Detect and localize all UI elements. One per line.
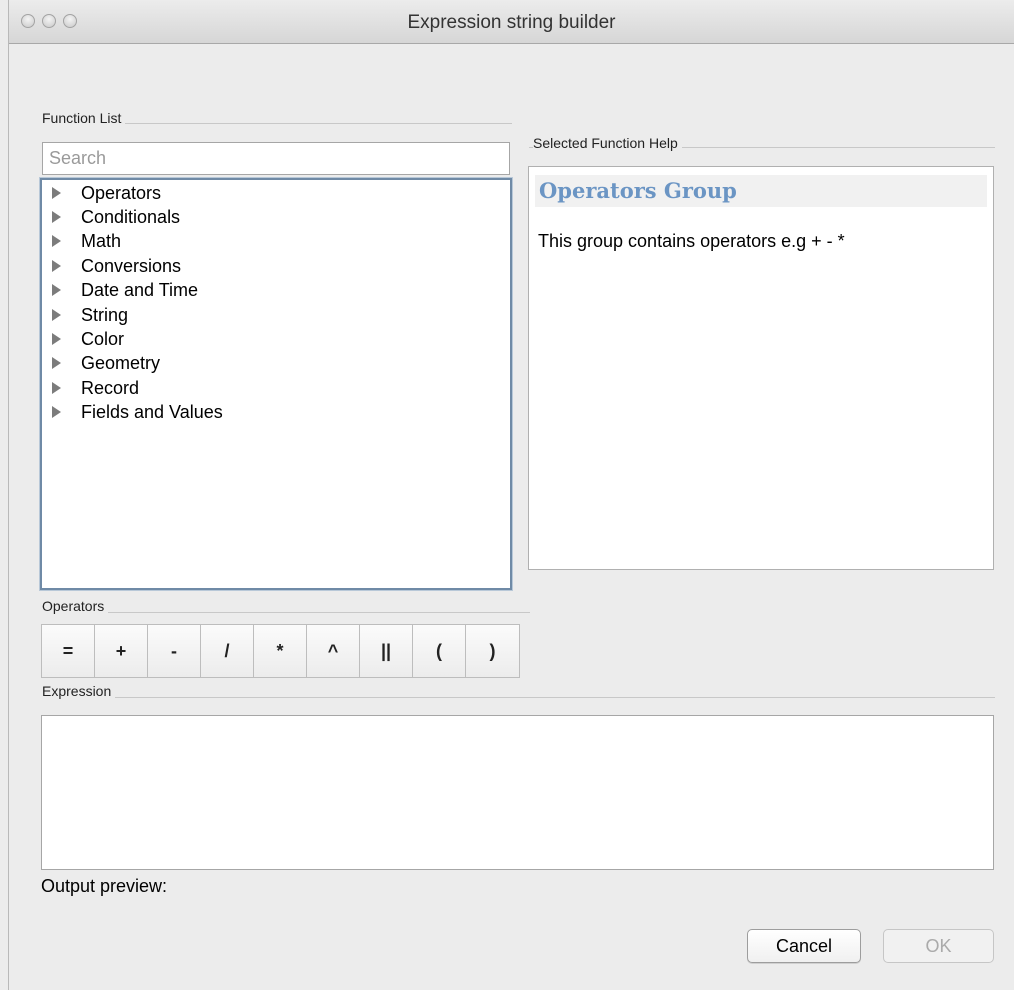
tree-item-record[interactable]: Record (52, 376, 139, 400)
title-bar: Expression string builder (9, 0, 1014, 44)
tree-item-math[interactable]: Math (52, 229, 121, 253)
tree-item-label: Fields and Values (81, 401, 223, 422)
function-list-label: Function List (42, 110, 126, 126)
operator-multiply-button[interactable]: * (254, 625, 307, 677)
expand-arrow-icon[interactable] (52, 357, 61, 369)
tree-item-label: Color (81, 328, 125, 349)
expand-arrow-icon[interactable] (52, 284, 61, 296)
ok-button[interactable]: OK (883, 929, 994, 963)
operator-divide-button[interactable]: / (201, 625, 254, 677)
operator-buttons: = + - / * ^ || ( ) (41, 624, 520, 678)
tree-item-label: Date and Time (81, 279, 199, 300)
expand-arrow-icon[interactable] (52, 333, 61, 345)
cancel-button[interactable]: Cancel (747, 929, 861, 963)
expand-arrow-icon[interactable] (52, 187, 61, 199)
expression-editor[interactable] (41, 715, 994, 870)
expand-arrow-icon[interactable] (52, 406, 61, 418)
function-tree[interactable]: Operators Conditionals Math Conversions … (40, 178, 512, 590)
tree-item-label: Conversions (81, 255, 182, 276)
operator-power-button[interactable]: ^ (307, 625, 360, 677)
operator-plus-button[interactable]: + (95, 625, 148, 677)
function-help-panel: Operators Group This group contains oper… (528, 166, 994, 570)
tree-item-conversions[interactable]: Conversions (52, 254, 181, 278)
tree-item-fields-and-values[interactable]: Fields and Values (52, 400, 223, 424)
help-label: Selected Function Help (533, 135, 682, 151)
tree-item-label: Math (81, 230, 122, 251)
help-text: This group contains operators e.g + - * (538, 231, 845, 251)
expression-label: Expression (42, 683, 116, 699)
expand-arrow-icon[interactable] (52, 235, 61, 247)
operator-concat-button[interactable]: || (360, 625, 413, 677)
operator-open-paren-button[interactable]: ( (413, 625, 466, 677)
function-search-input[interactable] (42, 142, 510, 175)
operators-label: Operators (42, 598, 109, 614)
expression-builder-window: Expression string builder Function List … (8, 0, 1014, 990)
window-title: Expression string builder (407, 12, 616, 33)
tree-item-color[interactable]: Color (52, 327, 124, 351)
operator-close-paren-button[interactable]: ) (466, 625, 519, 677)
tree-item-string[interactable]: String (52, 303, 128, 327)
tree-item-label: Operators (81, 182, 162, 203)
operator-minus-button[interactable]: - (148, 625, 201, 677)
tree-item-label: String (81, 304, 129, 325)
expression-divider (42, 697, 995, 698)
tree-item-geometry[interactable]: Geometry (52, 351, 160, 375)
tree-item-label: Geometry (81, 352, 161, 373)
expand-arrow-icon[interactable] (52, 382, 61, 394)
expand-arrow-icon[interactable] (52, 260, 61, 272)
tree-item-label: Conditionals (81, 206, 181, 227)
output-preview-label: Output preview: (41, 876, 168, 896)
help-title: Operators Group (535, 175, 987, 207)
tree-item-label: Record (81, 377, 140, 398)
operator-equals-button[interactable]: = (42, 625, 95, 677)
expand-arrow-icon[interactable] (52, 309, 61, 321)
tree-item-conditionals[interactable]: Conditionals (52, 205, 180, 229)
operators-divider (42, 612, 530, 613)
tree-item-operators[interactable]: Operators (52, 181, 161, 205)
tree-item-date-and-time[interactable]: Date and Time (52, 278, 198, 302)
expand-arrow-icon[interactable] (52, 211, 61, 223)
